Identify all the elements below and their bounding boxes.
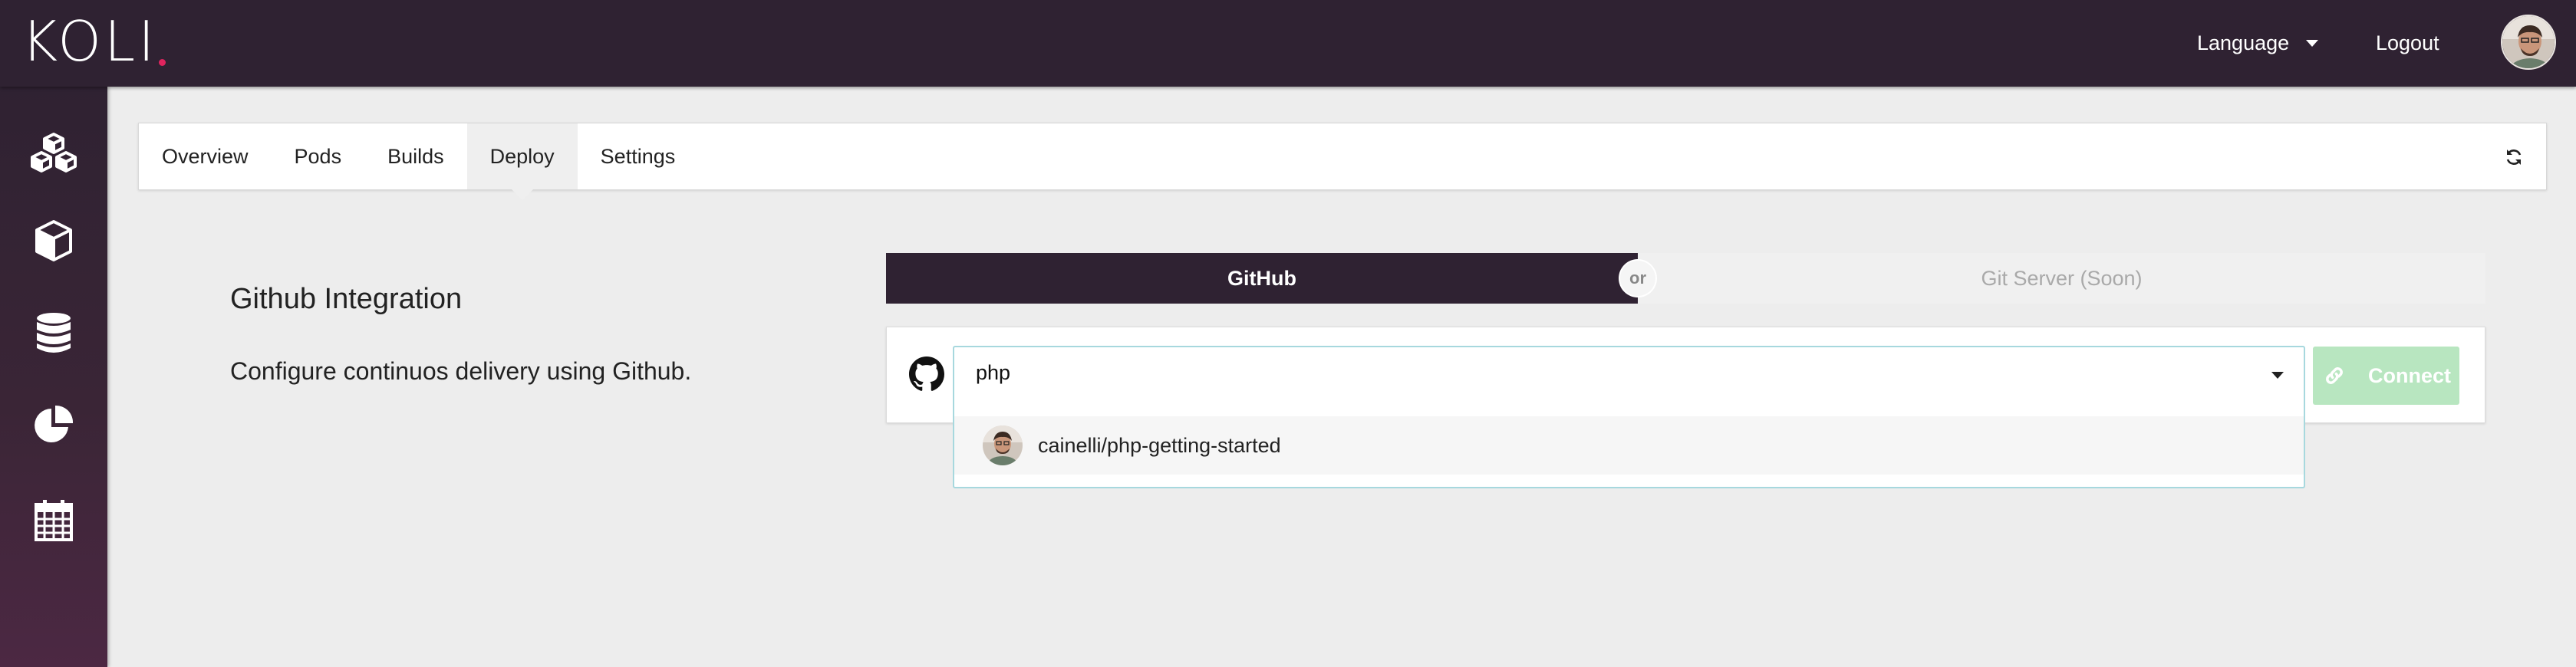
language-dropdown[interactable]: Language bbox=[2197, 28, 2319, 58]
pie-chart-icon bbox=[35, 405, 74, 442]
github-icon bbox=[909, 356, 944, 391]
repository-option[interactable]: cainelli/php-getting-started bbox=[954, 416, 2304, 475]
integration-title: Github Integration bbox=[230, 283, 463, 315]
language-label: Language bbox=[2197, 31, 2290, 54]
logout-label: Logout bbox=[2376, 31, 2439, 54]
caret-down-icon bbox=[2306, 39, 2319, 47]
calendar-icon bbox=[35, 500, 73, 541]
tab-pods[interactable]: Pods bbox=[272, 123, 365, 189]
refresh-button[interactable] bbox=[2499, 142, 2529, 172]
sidebar bbox=[0, 87, 107, 667]
or-divider-badge: or bbox=[1620, 261, 1655, 296]
user-avatar[interactable] bbox=[2501, 15, 2556, 70]
connect-label: Connect bbox=[2368, 363, 2451, 387]
cubes-icon bbox=[31, 133, 77, 172]
tab-builds[interactable]: Builds bbox=[364, 123, 467, 189]
tab-deploy[interactable]: Deploy bbox=[466, 123, 578, 200]
integration-description: Configure continuos delivery using Githu… bbox=[230, 357, 692, 385]
connect-button[interactable]: Connect bbox=[2313, 347, 2459, 405]
sidebar-item-storage[interactable] bbox=[27, 306, 81, 360]
logo-text: KOLI bbox=[21, 9, 158, 74]
database-icon bbox=[37, 313, 71, 353]
tab-settings[interactable]: Settings bbox=[578, 123, 699, 189]
repo-owner-avatar bbox=[983, 426, 1023, 465]
repository-select[interactable]: php cainelli/php-getting-started bbox=[953, 346, 2305, 488]
sidebar-item-pods[interactable] bbox=[27, 214, 81, 268]
logo-dot bbox=[159, 59, 166, 66]
refresh-icon bbox=[2506, 150, 2522, 165]
tab-overview[interactable]: Overview bbox=[139, 123, 272, 189]
cube-icon bbox=[35, 220, 72, 261]
chevron-down-icon[interactable] bbox=[2271, 372, 2284, 379]
sidebar-item-metrics[interactable] bbox=[27, 398, 81, 452]
sidebar-item-apps[interactable] bbox=[27, 127, 81, 180]
top-bar: KOLI Language Logout bbox=[0, 0, 2576, 87]
sidebar-item-schedule[interactable] bbox=[27, 493, 81, 547]
source-switch: GitHub Git Server (Soon) or bbox=[886, 253, 2485, 304]
git-server-option-button: Git Server (Soon) bbox=[1638, 253, 2485, 304]
repository-option-label: cainelli/php-getting-started bbox=[1038, 433, 1281, 457]
koli-logo[interactable]: KOLI bbox=[21, 14, 166, 69]
repository-search-input[interactable]: php bbox=[976, 361, 1010, 385]
link-icon bbox=[2326, 367, 2343, 384]
logout-link[interactable]: Logout bbox=[2376, 28, 2439, 58]
app-tabs-bar: Overview Pods Builds Deploy Settings bbox=[138, 123, 2547, 200]
github-option-button[interactable]: GitHub bbox=[886, 253, 1638, 304]
